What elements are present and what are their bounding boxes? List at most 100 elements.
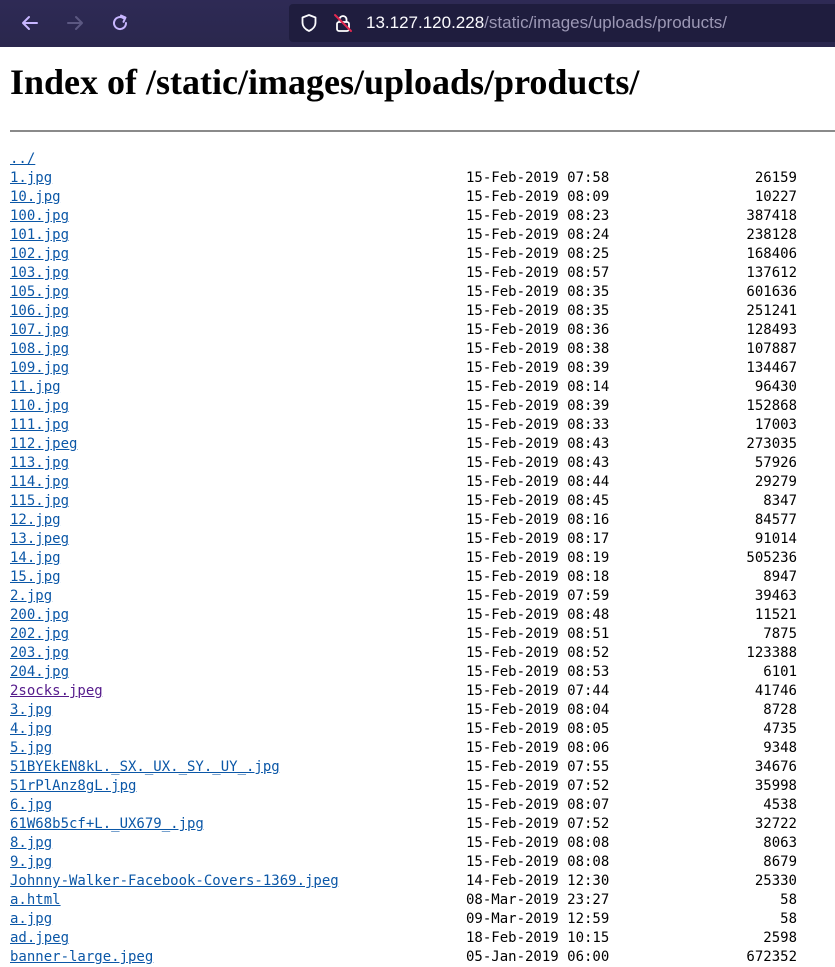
file-link[interactable]: 61W68b5cf+L._UX679_.jpg [10,816,204,832]
file-link[interactable]: 15.jpg [10,569,61,585]
file-link[interactable]: Johnny-Walker-Facebook-Covers-1369.jpeg [10,873,339,889]
file-link[interactable]: 102.jpg [10,246,69,262]
file-link[interactable]: 13.jpeg [10,531,69,547]
file-date: 15-Feb-2019 07:52 [466,778,610,794]
reload-icon [113,14,128,31]
file-row: 51rPlAnz8gL.jpg 15-Feb-2019 07:52 35998 [10,777,835,796]
file-row: 2socks.jpeg 15-Feb-2019 07:44 41746 [10,682,835,701]
file-size: 168406 [746,246,797,262]
file-link[interactable]: 14.jpg [10,550,61,566]
file-row: 2.jpg 15-Feb-2019 07:59 39463 [10,587,835,606]
file-date: 15-Feb-2019 08:07 [466,797,610,813]
file-link[interactable]: a.jpg [10,911,52,927]
file-row: 101.jpg 15-Feb-2019 08:24 238128 [10,226,835,245]
file-link[interactable]: 105.jpg [10,284,69,300]
file-link[interactable]: 100.jpg [10,208,69,224]
file-link[interactable]: 109.jpg [10,360,69,376]
file-link[interactable]: 12.jpg [10,512,61,528]
file-link[interactable]: 113.jpg [10,455,69,471]
file-link[interactable]: 8.jpg [10,835,52,851]
file-link[interactable]: ad.jpeg [10,930,69,946]
file-link[interactable]: 4.jpg [10,721,52,737]
insecure-lock-icon[interactable] [333,13,353,33]
file-size: 251241 [746,303,797,319]
file-date: 15-Feb-2019 08:52 [466,645,610,661]
file-link[interactable]: 5.jpg [10,740,52,756]
file-size: 29279 [754,474,797,490]
file-row: 15.jpg 15-Feb-2019 08:18 8947 [10,568,835,587]
file-date: 14-Feb-2019 12:30 [466,873,610,889]
file-date: 15-Feb-2019 08:17 [466,531,610,547]
file-size: 58 [780,892,797,908]
file-listing: ../ 1.jpg 15-Feb-2019 07:58 26159 10.jpg 15-… [10,150,835,967]
file-size: 17003 [754,417,797,433]
file-row: 3.jpg 15-Feb-2019 08:04 8728 [10,701,835,720]
browser-toolbar: 13.127.120.228/static/images/uploads/pro… [0,0,835,47]
file-size: 10227 [754,189,797,205]
file-link[interactable]: 115.jpg [10,493,69,509]
file-row: 105.jpg 15-Feb-2019 08:35 601636 [10,283,835,302]
file-link[interactable]: 1.jpg [10,170,52,186]
file-date: 15-Feb-2019 08:48 [466,607,610,623]
file-link[interactable]: 101.jpg [10,227,69,243]
shield-icon[interactable] [299,13,319,33]
file-link[interactable]: 2.jpg [10,588,52,604]
file-link[interactable]: 203.jpg [10,645,69,661]
file-link[interactable]: 111.jpg [10,417,69,433]
back-button[interactable] [15,8,45,38]
file-size: 34676 [754,759,797,775]
file-row: 202.jpg 15-Feb-2019 08:51 7875 [10,625,835,644]
file-date: 15-Feb-2019 07:52 [466,816,610,832]
forward-button[interactable] [60,8,90,38]
file-size: 505236 [746,550,797,566]
file-row: 204.jpg 15-Feb-2019 08:53 6101 [10,663,835,682]
file-link[interactable]: 6.jpg [10,797,52,813]
file-date: 15-Feb-2019 08:16 [466,512,610,528]
url-text[interactable]: 13.127.120.228/static/images/uploads/pro… [366,4,727,42]
file-date: 15-Feb-2019 08:23 [466,208,610,224]
file-row: 1.jpg 15-Feb-2019 07:58 26159 [10,169,835,188]
address-bar[interactable]: 13.127.120.228/static/images/uploads/pro… [289,4,835,42]
file-link[interactable]: 9.jpg [10,854,52,870]
file-link[interactable]: banner-large.jpeg [10,949,153,965]
file-link[interactable]: 103.jpg [10,265,69,281]
file-date: 15-Feb-2019 08:35 [466,284,610,300]
file-link[interactable]: 114.jpg [10,474,69,490]
file-row: 107.jpg 15-Feb-2019 08:36 128493 [10,321,835,340]
file-date: 15-Feb-2019 08:53 [466,664,610,680]
file-link[interactable]: 107.jpg [10,322,69,338]
file-link[interactable]: 11.jpg [10,379,61,395]
file-link[interactable]: 2socks.jpeg [10,683,103,699]
file-link[interactable]: 200.jpg [10,607,69,623]
reload-button[interactable] [105,8,135,38]
url-path: /static/images/uploads/products/ [484,13,728,32]
file-row: 51BYEkEN8kL._SX._UX._SY._UY_.jpg 15-Feb-2… [10,758,835,777]
file-date: 15-Feb-2019 08:19 [466,550,610,566]
file-row: 9.jpg 15-Feb-2019 08:08 8679 [10,853,835,872]
file-link[interactable]: 10.jpg [10,189,61,205]
file-row: 115.jpg 15-Feb-2019 08:45 8347 [10,492,835,511]
file-link[interactable]: 202.jpg [10,626,69,642]
file-link[interactable]: 110.jpg [10,398,69,414]
file-row: 61W68b5cf+L._UX679_.jpg 15-Feb-2019 07:52… [10,815,835,834]
file-link[interactable]: 112.jpeg [10,436,77,452]
file-row: 111.jpg 15-Feb-2019 08:33 17003 [10,416,835,435]
file-row: 109.jpg 15-Feb-2019 08:39 134467 [10,359,835,378]
file-size: 2598 [763,930,797,946]
file-link[interactable]: 204.jpg [10,664,69,680]
file-size: 123388 [746,645,797,661]
file-date: 15-Feb-2019 08:43 [466,455,610,471]
file-date: 15-Feb-2019 08:44 [466,474,610,490]
file-size: 26159 [754,170,797,186]
file-link[interactable]: a.html [10,892,61,908]
url-host: 13.127.120.228 [366,13,485,32]
file-link[interactable]: 3.jpg [10,702,52,718]
file-link[interactable]: 106.jpg [10,303,69,319]
file-link[interactable]: 51rPlAnz8gL.jpg [10,778,136,794]
file-row: 100.jpg 15-Feb-2019 08:23 387418 [10,207,835,226]
file-link[interactable]: 51BYEkEN8kL._SX._UX._SY._UY_.jpg [10,759,280,775]
parent-directory-link[interactable]: ../ [10,151,35,167]
file-size: 84577 [754,512,797,528]
file-row: a.html 08-Mar-2019 23:27 58 [10,891,835,910]
file-link[interactable]: 108.jpg [10,341,69,357]
